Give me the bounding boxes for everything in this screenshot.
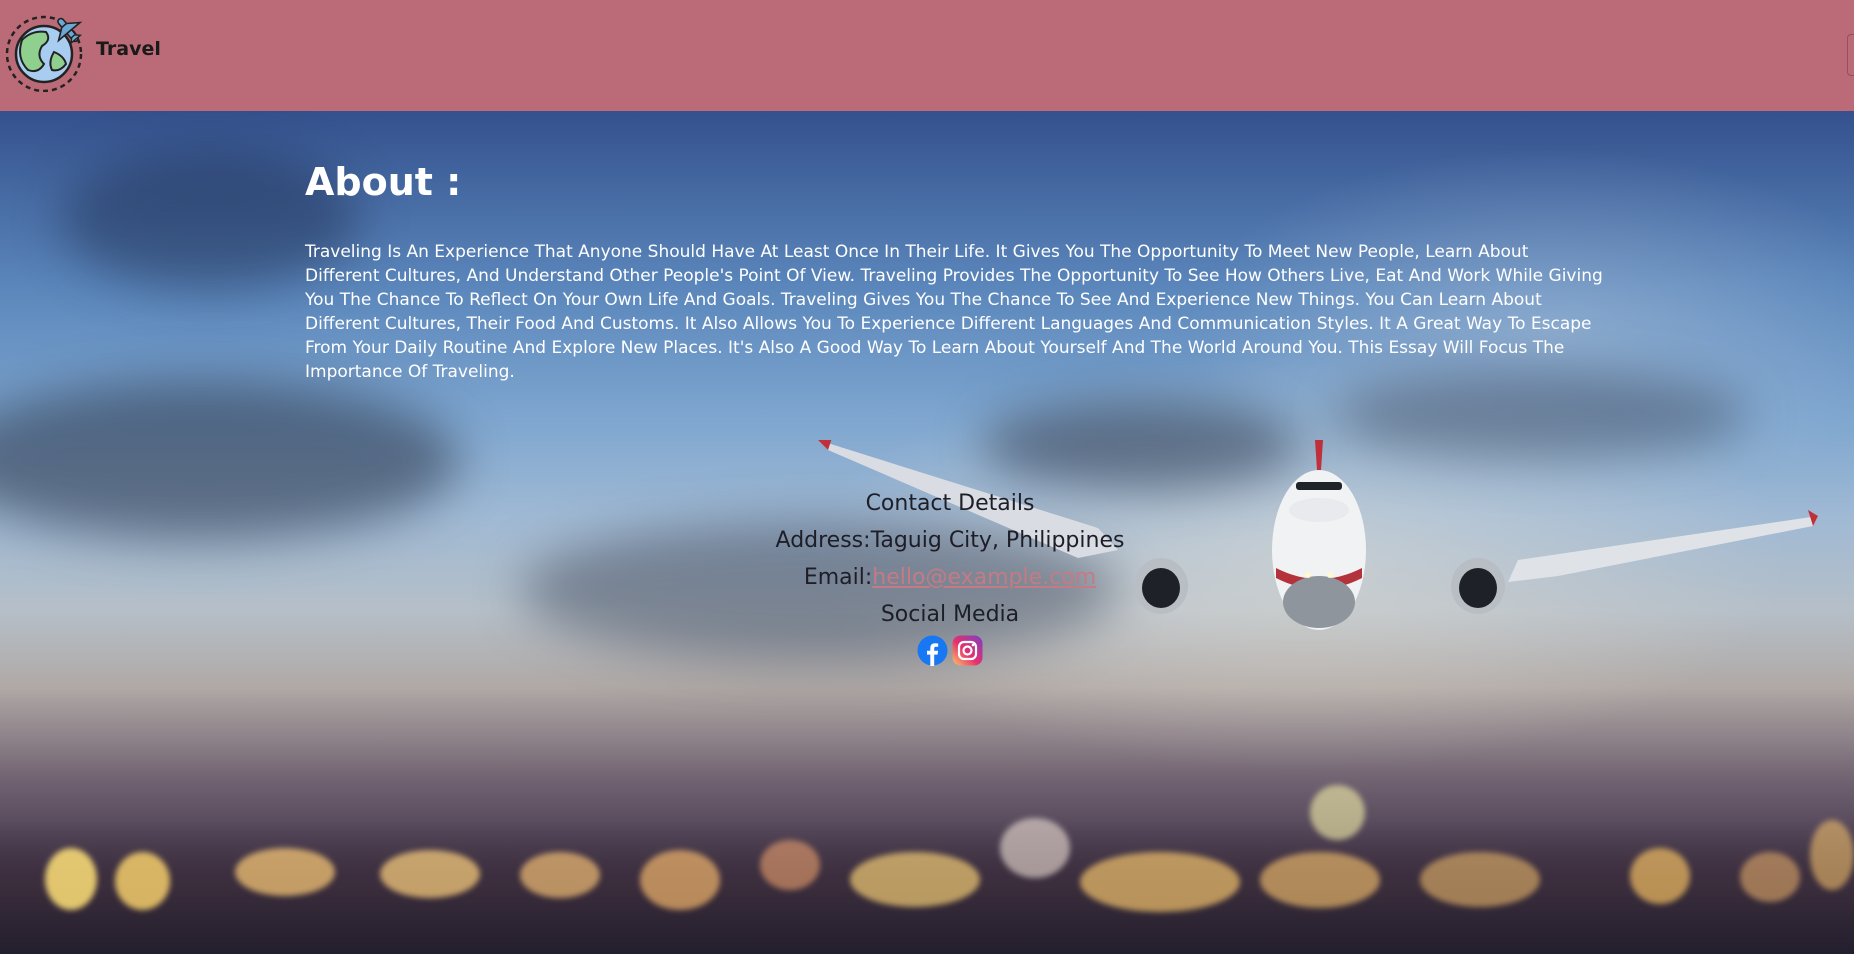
email-label: Email: [803, 565, 873, 590]
cloud-shape [0, 380, 460, 540]
bokeh-light [850, 852, 980, 907]
bokeh-light [1310, 785, 1365, 840]
address-row: Address:Taguig City, Philippines [700, 522, 1200, 559]
instagram-icon[interactable] [952, 635, 983, 666]
bokeh-light [380, 850, 480, 898]
social-heading: Social Media [880, 602, 1020, 627]
email-link[interactable]: hello@example.com [872, 565, 1096, 590]
bokeh-light [1080, 852, 1240, 912]
bokeh-light [1260, 852, 1380, 908]
bokeh-light [45, 848, 97, 910]
email-row: Email:hello@example.com [700, 559, 1200, 596]
bokeh-light [1000, 818, 1070, 878]
site-header: Travel [0, 0, 1854, 111]
bokeh-light [520, 852, 600, 898]
facebook-icon[interactable] [917, 635, 948, 666]
bokeh-light [115, 852, 170, 910]
bokeh-light [1630, 848, 1690, 904]
contact-section: Contact Details Address:Taguig City, Phi… [700, 485, 1200, 666]
bokeh-light [640, 850, 720, 910]
social-links [700, 635, 1200, 666]
bokeh-light [760, 840, 820, 890]
bokeh-light [1420, 852, 1540, 907]
brand-name[interactable]: Travel [96, 38, 161, 60]
globe-airplane-icon[interactable] [2, 12, 88, 92]
scrollbar-handle[interactable] [1847, 34, 1854, 76]
bokeh-light [1740, 852, 1800, 902]
bokeh-light [1810, 820, 1854, 890]
bokeh-light [235, 848, 335, 896]
address-value: Taguig City, Philippines [870, 528, 1125, 553]
about-paragraph: Traveling Is An Experience That Anyone S… [305, 242, 1603, 382]
about-heading: About : [305, 160, 462, 204]
address-label: Address: [775, 528, 871, 553]
contact-heading: Contact Details [865, 491, 1035, 516]
